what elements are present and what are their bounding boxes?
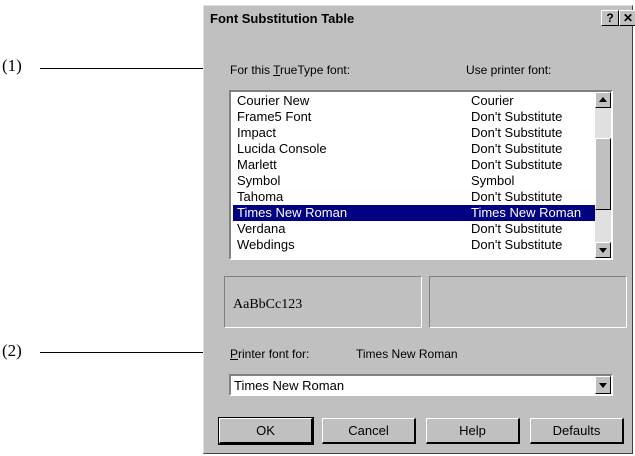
scroll-up-button[interactable] xyxy=(595,92,611,108)
font-name-cell: Tahoma xyxy=(237,189,284,204)
chevron-down-icon xyxy=(599,383,607,388)
font-name-cell: Times New Roman xyxy=(237,205,348,220)
callout-2: (2) xyxy=(2,341,22,360)
font-list-row[interactable]: Frame5 Font Don't Substitute xyxy=(233,109,599,125)
printer-font-header: Use printer font: xyxy=(466,63,552,77)
ok-button[interactable]: OK xyxy=(218,417,314,445)
printer-font-cell: Don't Substitute xyxy=(471,237,563,252)
printer-font-cell: Symbol xyxy=(471,173,515,188)
font-name-cell: Marlett xyxy=(237,157,277,172)
close-icon: ✕ xyxy=(622,11,634,25)
arrow-up-icon xyxy=(599,97,607,102)
defaults-button[interactable]: Defaults xyxy=(530,418,624,444)
printer-font-cell: Don't Substitute xyxy=(471,221,563,236)
printer-font-cell: Don't Substitute xyxy=(471,109,563,124)
font-name-cell: Verdana xyxy=(237,221,286,236)
font-list-row[interactable]: Verdana Don't Substitute xyxy=(233,221,599,237)
font-name-cell: Lucida Console xyxy=(237,141,327,156)
font-list-row[interactable]: Tahoma Don't Substitute xyxy=(233,189,599,205)
font-list-row[interactable]: Lucida Console Don't Substitute xyxy=(233,141,599,157)
printer-font-cell: Times New Roman xyxy=(471,205,582,220)
dialog-title: Font Substitution Table xyxy=(210,11,355,26)
callout-2-line xyxy=(40,352,212,353)
printer-font-select[interactable]: Times New Roman xyxy=(229,374,613,396)
preview-sample-text: AaBbCc123 xyxy=(233,297,303,312)
printer-font-select-value: Times New Roman xyxy=(234,378,345,393)
font-list-rows: Courier New Courier Frame5 Font Don't Subst… xyxy=(233,93,599,253)
printer-font-cell: Courier xyxy=(471,93,514,108)
list-scrollbar[interactable] xyxy=(595,92,611,258)
printer-preview xyxy=(429,276,627,328)
title-bar: Font Substitution Table ? ✕ xyxy=(206,8,635,30)
font-list-row[interactable]: Marlett Don't Substitute xyxy=(233,157,599,173)
close-button[interactable]: ✕ xyxy=(619,10,635,26)
callout-1-line xyxy=(40,68,212,69)
truetype-preview: AaBbCc123 xyxy=(224,276,422,328)
font-name-cell: Webdings xyxy=(237,237,295,252)
printer-font-cell: Don't Substitute xyxy=(471,125,563,140)
help-button[interactable]: Help xyxy=(426,418,520,444)
truetype-font-header: For this TrueType font: xyxy=(230,63,351,77)
font-name-cell: Frame5 Font xyxy=(237,109,312,124)
font-list[interactable]: Courier New Courier Frame5 Font Don't Subst… xyxy=(229,90,613,260)
font-list-row[interactable]: Impact Don't Substitute xyxy=(233,125,599,141)
printer-font-for-name: Times New Roman xyxy=(356,347,458,361)
font-list-row[interactable]: Webdings Don't Substitute xyxy=(233,237,599,253)
font-list-row[interactable]: Courier New Courier xyxy=(233,93,599,109)
callout-1: (1) xyxy=(2,56,22,75)
font-name-cell: Impact xyxy=(237,125,277,140)
font-list-row[interactable]: Symbol Symbol xyxy=(233,173,599,189)
font-list-row[interactable]: Times New Roman Times New Roman xyxy=(233,205,599,221)
help-title-button[interactable]: ? xyxy=(601,10,619,26)
font-name-cell: Symbol xyxy=(237,173,281,188)
printer-font-dropdown-button[interactable] xyxy=(595,376,611,394)
scroll-thumb[interactable] xyxy=(595,138,611,210)
printer-font-cell: Don't Substitute xyxy=(471,157,563,172)
font-substitution-dialog: Font Substitution Table ? ✕ For this Tru… xyxy=(203,5,635,454)
scroll-down-button[interactable] xyxy=(595,242,611,258)
printer-font-cell: Don't Substitute xyxy=(471,141,563,156)
printer-font-cell: Don't Substitute xyxy=(471,189,563,204)
cancel-button[interactable]: Cancel xyxy=(322,418,416,444)
arrow-down-icon xyxy=(599,248,607,253)
font-name-cell: Courier New xyxy=(237,93,310,108)
printer-font-for-label: Printer font for: xyxy=(230,347,310,361)
